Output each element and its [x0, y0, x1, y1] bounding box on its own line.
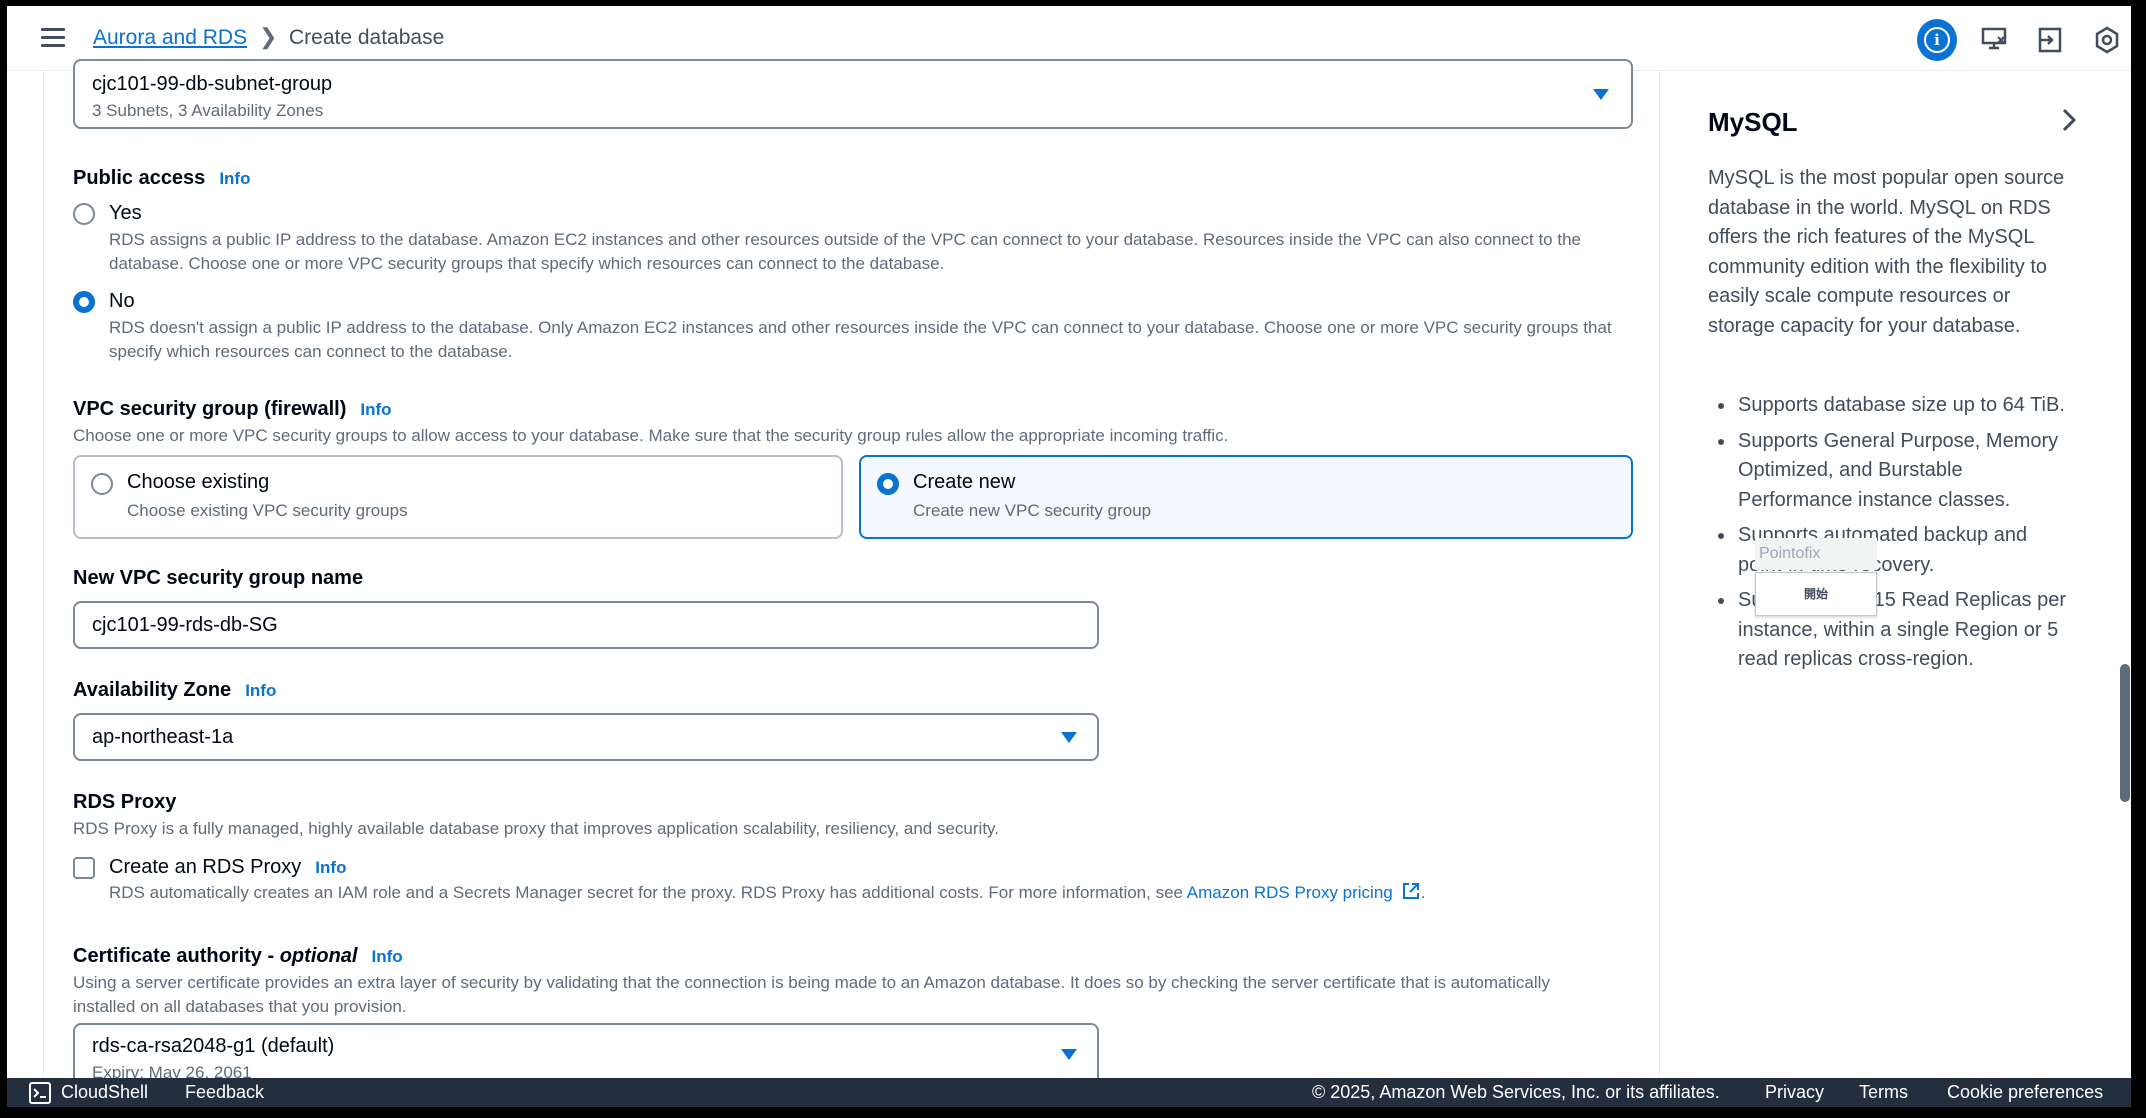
split-panel-icon[interactable]	[2031, 20, 2071, 60]
public-access-label: Public access Info	[73, 167, 250, 190]
availability-zone-label-text: Availability Zone	[73, 679, 232, 701]
availability-zone-label: Availability Zone Info	[73, 679, 276, 702]
certificate-optional-text: optional	[279, 945, 358, 967]
public-access-no-label[interactable]: No	[109, 290, 135, 313]
chevron-right-icon[interactable]	[2056, 105, 2082, 135]
console-footer: CloudShell Feedback © 2025, Amazon Web S…	[7, 1078, 2131, 1107]
create-new-desc: Create new VPC security group	[913, 501, 1152, 520]
vpc-sg-label-text: VPC security group (firewall)	[73, 398, 347, 420]
certificate-authority-label: Certificate authority - optional Info	[73, 945, 403, 968]
main-form: cjc101-99-db-subnet-group 3 Subnets, 3 A…	[7, 59, 1657, 1093]
scrollbar-track	[2110, 71, 2131, 1084]
create-rds-proxy-checkbox[interactable]	[73, 857, 95, 879]
certificate-info-link[interactable]: Info	[371, 947, 402, 966]
feedback-link[interactable]: Feedback	[185, 1082, 264, 1103]
rds-proxy-desc: RDS Proxy is a fully managed, highly ava…	[73, 819, 1000, 838]
notifications-icon[interactable]	[1975, 20, 2015, 60]
info-panel-icon[interactable]: i	[1917, 19, 1957, 61]
chevron-down-icon	[1593, 89, 1609, 100]
settings-icon[interactable]	[2087, 20, 2127, 60]
certificate-desc: Using a server certificate provides an e…	[73, 973, 1550, 1016]
pointofix-start-button[interactable]: 開始	[1755, 572, 1877, 616]
public-access-label-text: Public access	[73, 167, 206, 189]
content-rule	[43, 71, 44, 1084]
pointofix-title: Pointofix	[1755, 538, 1877, 570]
choose-existing-label: Choose existing	[127, 471, 270, 493]
copyright-text: © 2025, Amazon Web Services, Inc. or its…	[1312, 1082, 1720, 1102]
chevron-down-icon	[1061, 732, 1077, 743]
availability-zone-select[interactable]: ap-northeast-1a	[73, 713, 1099, 761]
public-access-yes-desc: RDS assigns a public IP address to the d…	[109, 230, 1581, 273]
create-new-sg-tile[interactable]: Create new Create new VPC security group	[859, 455, 1633, 539]
public-access-no-radio[interactable]	[73, 291, 95, 313]
help-panel-paragraph: MySQL is the most popular open source da…	[1708, 167, 2065, 337]
create-new-label: Create new	[913, 471, 1016, 493]
help-panel-title: MySQL	[1708, 107, 1798, 137]
rds-proxy-info-link[interactable]: Info	[315, 858, 346, 877]
list-item: Supports General Purpose, Memory Optimiz…	[1708, 427, 2080, 516]
rds-proxy-checkbox-desc-text: RDS automatically creates an IAM role an…	[109, 883, 1183, 902]
cloudshell-button[interactable]: CloudShell	[61, 1082, 148, 1103]
public-access-no-desc: RDS doesn't assign a public IP address t…	[109, 318, 1612, 361]
create-rds-proxy-label-text: Create an RDS Proxy	[109, 856, 302, 878]
chevron-down-icon	[1061, 1049, 1077, 1060]
breadcrumb-separator-icon: ❯	[259, 24, 278, 49]
cloudshell-icon[interactable]	[29, 1082, 51, 1104]
choose-existing-radio[interactable]	[91, 473, 113, 495]
new-sg-name-label: New VPC security group name	[73, 567, 364, 589]
rds-proxy-pricing-link[interactable]: Amazon RDS Proxy pricing	[1187, 883, 1393, 902]
certificate-label-text: Certificate authority -	[73, 945, 275, 967]
breadcrumb-aurora-rds[interactable]: Aurora and RDS	[93, 26, 247, 50]
console-window: Aurora and RDS ❯ Create database i cjc10…	[7, 6, 2131, 1107]
privacy-link[interactable]: Privacy	[1765, 1082, 1824, 1103]
create-new-radio[interactable]	[877, 473, 899, 495]
choose-existing-sg-tile[interactable]: Choose existing Choose existing VPC secu…	[73, 455, 843, 539]
scrollbar-thumb[interactable]	[2120, 664, 2130, 802]
certificate-value: rds-ca-rsa2048-g1 (default)	[92, 1035, 335, 1057]
cookie-preferences-link[interactable]: Cookie preferences	[1947, 1082, 2103, 1103]
subnet-group-value: cjc101-99-db-subnet-group	[92, 73, 333, 95]
rds-proxy-label: RDS Proxy	[73, 791, 177, 813]
external-link-icon[interactable]	[1401, 881, 1421, 901]
terms-link[interactable]: Terms	[1859, 1082, 1908, 1103]
subnet-group-subtext: 3 Subnets, 3 Availability Zones	[92, 101, 324, 120]
pointofix-overlay: Pointofix 開始	[1755, 538, 1877, 618]
menu-icon[interactable]	[41, 28, 65, 48]
rds-proxy-checkbox-desc: RDS automatically creates an IAM role an…	[109, 881, 1426, 902]
vpc-sg-label: VPC security group (firewall) Info	[73, 398, 392, 421]
db-subnet-group-select[interactable]: cjc101-99-db-subnet-group 3 Subnets, 3 A…	[73, 59, 1633, 129]
create-rds-proxy-label[interactable]: Create an RDS Proxy Info	[109, 856, 346, 879]
public-access-yes-label[interactable]: Yes	[109, 202, 142, 225]
breadcrumb-current: Create database	[289, 26, 445, 49]
help-panel: MySQL MySQL is the most popular open sou…	[1660, 71, 2110, 1084]
availability-zone-value: ap-northeast-1a	[92, 726, 234, 748]
public-access-info-link[interactable]: Info	[219, 169, 250, 188]
public-access-yes-radio[interactable]	[73, 203, 95, 225]
availability-zone-info-link[interactable]: Info	[245, 681, 276, 700]
help-panel-bullets: Supports database size up to 64 TiB. Sup…	[1708, 391, 2080, 681]
vpc-sg-desc: Choose one or more VPC security groups t…	[73, 426, 1229, 445]
vpc-sg-info-link[interactable]: Info	[360, 400, 391, 419]
list-item: Supports database size up to 64 TiB.	[1708, 391, 2080, 421]
choose-existing-desc: Choose existing VPC security groups	[127, 501, 408, 520]
new-sg-name-input[interactable]	[73, 601, 1099, 649]
